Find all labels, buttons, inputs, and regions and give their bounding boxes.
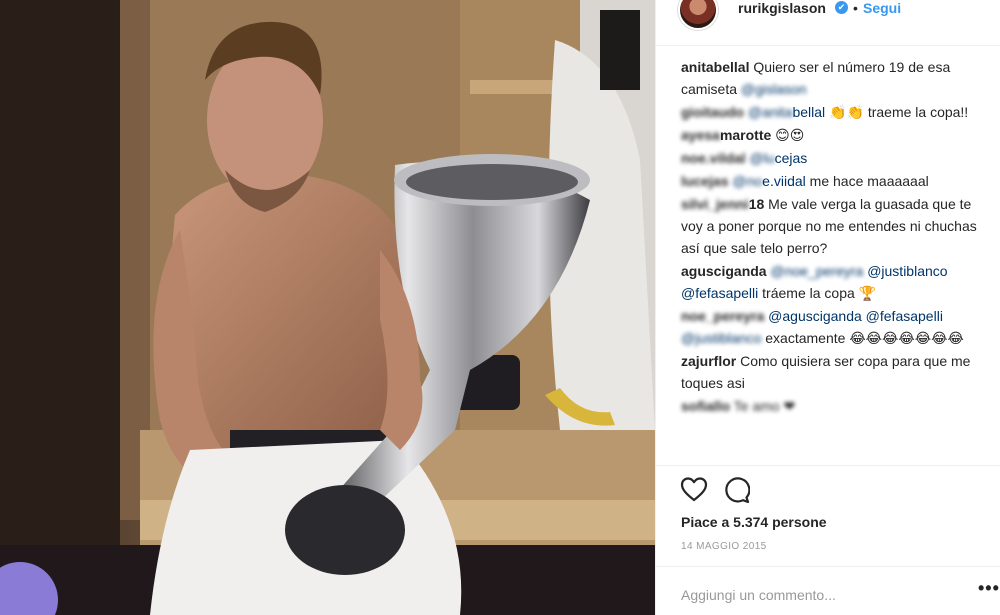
avatar[interactable] xyxy=(678,0,718,30)
post-header: rurikgislason ✔ • Segui xyxy=(656,0,1000,46)
comment-item: lucejas @noe.viidal me hace maaaaaal xyxy=(681,170,981,192)
comment-item: gioitaudo @anitabellal 👏👏 traeme la copa… xyxy=(681,101,981,123)
comment-mention[interactable]: e.viidal xyxy=(762,173,806,189)
comment-item: silvi_jenni18 Me vale verga la guasada q… xyxy=(681,193,981,259)
comment-username-blurred[interactable]: sofiallo xyxy=(681,398,730,414)
post-date: 14 MAGGIO 2015 xyxy=(681,541,767,552)
comments-list[interactable]: anitabellal Quiero ser el número 19 de e… xyxy=(656,56,1000,465)
likes-count[interactable]: Piace a 5.374 persone xyxy=(681,514,827,530)
comment-mention-blurred[interactable]: @lu xyxy=(749,150,774,166)
comment-mention-blurred[interactable]: @justiblanco xyxy=(681,330,761,346)
comment-item: noe.vildal @lucejas xyxy=(681,147,981,169)
comment-item: agusciganda @noe_pereyra @justiblanco @f… xyxy=(681,260,981,304)
comment-username-blurred[interactable]: silvi_jenni xyxy=(681,196,749,212)
comment-mention-blurred[interactable]: @gislason xyxy=(741,81,807,97)
comment-text: exactamente 😂😂😂😂😂😂😂 xyxy=(761,330,964,346)
divider xyxy=(656,465,1000,466)
comment-username-blurred[interactable]: ayesa xyxy=(681,127,720,143)
comment-mention-blurred[interactable]: @anita xyxy=(748,104,793,120)
comment-mention[interactable]: cejas xyxy=(775,150,808,166)
comment-mention[interactable]: bellal xyxy=(792,104,825,120)
comment-username[interactable]: anitabellal xyxy=(681,59,749,75)
separator-dot: • xyxy=(853,0,858,16)
comment-mention-blurred[interactable]: @no xyxy=(732,173,762,189)
comment-username-blurred[interactable]: lucejas xyxy=(681,173,728,189)
divider xyxy=(656,566,1000,567)
author-username[interactable]: rurikgislason xyxy=(738,0,826,16)
verified-badge-icon: ✔ xyxy=(835,1,848,14)
post-photo[interactable] xyxy=(0,0,655,615)
comment-mention[interactable]: @agusciganda @fefasapelli xyxy=(768,308,943,324)
comment-username[interactable]: agusciganda xyxy=(681,263,767,279)
comment-text: tráeme la copa 🏆 xyxy=(758,285,877,301)
comment-item: zajurflor Como quisiera ser copa para qu… xyxy=(681,350,981,394)
comment-text: me hace maaaaaal xyxy=(805,173,929,189)
comment-username-blurred[interactable]: noe_pereyra xyxy=(681,308,764,324)
photo-illustration xyxy=(0,0,655,615)
more-options-icon[interactable]: ••• xyxy=(978,578,1000,599)
comment-mention-blurred[interactable]: @noe_pereyra xyxy=(770,263,863,279)
heart-outline-icon[interactable] xyxy=(680,476,710,506)
follow-button[interactable]: Segui xyxy=(863,0,901,16)
add-comment-input[interactable] xyxy=(681,584,941,606)
comment-username[interactable]: 18 xyxy=(749,196,765,212)
comment-username[interactable]: marotte xyxy=(720,127,771,143)
comment-item: anitabellal Quiero ser el número 19 de e… xyxy=(681,56,981,100)
comment-item: sofiallo Te amo ❤ xyxy=(681,395,981,417)
comment-username-blurred[interactable]: noe.vildal xyxy=(681,150,746,166)
comment-username[interactable]: zajurflor xyxy=(681,353,736,369)
comment-username-blurred[interactable]: gioitaudo xyxy=(681,104,744,120)
comment-text: 👏👏 traeme la copa!! xyxy=(825,104,969,120)
speech-bubble-icon[interactable] xyxy=(722,476,752,506)
comment-text-blurred: Te amo ❤ xyxy=(730,398,796,414)
post-side-panel: rurikgislason ✔ • Segui anitabellal Quie… xyxy=(655,0,1000,615)
comment-item: noe_pereyra @agusciganda @fefasapelli @j… xyxy=(681,305,981,349)
comment-text: 😊😍 xyxy=(771,127,805,143)
comment-item: ayesamarotte 😊😍 xyxy=(681,124,981,146)
